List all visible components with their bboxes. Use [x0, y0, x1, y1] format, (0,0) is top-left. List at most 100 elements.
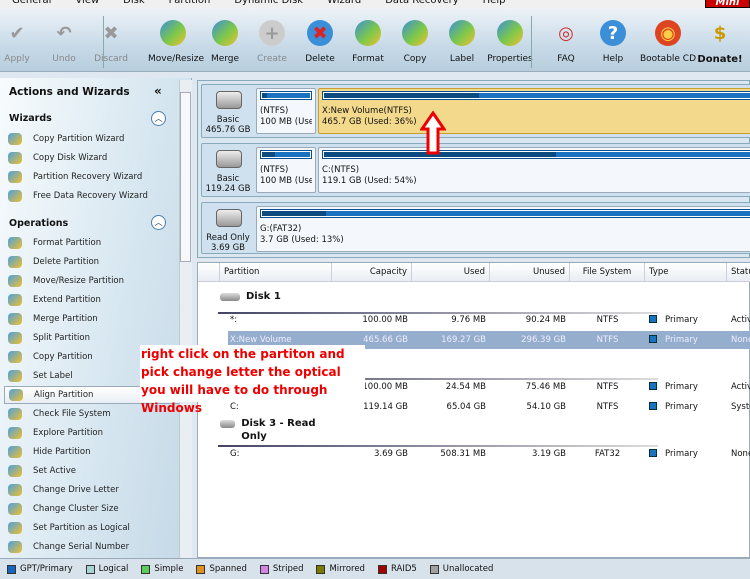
column-header-type[interactable]: Type: [645, 263, 727, 282]
format-button[interactable]: Format: [343, 20, 393, 64]
merge-button[interactable]: Merge: [200, 20, 250, 64]
sidebar-item-set-partition-as-logical[interactable]: Set Partition as Logical: [8, 519, 178, 537]
sidebar-item-delete-partition[interactable]: Delete Partition: [8, 253, 178, 271]
disk-row[interactable]: Basic465.76 GB(NTFS)100 MB (Used:X:New V…: [201, 84, 750, 138]
cell-p[interactable]: *:: [230, 314, 334, 326]
disk-3-header[interactable]: Disk 3 - Read Only: [220, 417, 320, 443]
partition-block[interactable]: (NTFS)100 MB (Used:: [256, 147, 316, 193]
sidebar-item-copy-partition-wizard[interactable]: Copy Partition Wizard: [8, 130, 178, 148]
cell-cap[interactable]: 119.14 GB: [336, 401, 408, 413]
collapse-operations-icon[interactable]: ︿: [151, 215, 166, 230]
cell-p[interactable]: C:: [230, 401, 334, 413]
cell-fs[interactable]: FAT32: [574, 448, 641, 460]
sidebar-item-partition-recovery-wizard[interactable]: Partition Recovery Wizard: [8, 168, 178, 186]
cell-p[interactable]: G:: [230, 448, 334, 460]
menu-wizard[interactable]: Wizard: [315, 0, 373, 8]
sidebar-item-free-data-recovery-wizard[interactable]: Free Data Recovery Wizard: [8, 187, 178, 205]
column-header-partition[interactable]: Partition: [220, 263, 332, 282]
label-button[interactable]: Label: [437, 20, 487, 64]
cell-text: None: [731, 335, 750, 345]
sidebar-item-merge-partition[interactable]: Merge Partition: [8, 310, 178, 328]
cell-used[interactable]: 9.76 MB: [416, 314, 486, 326]
undo-button[interactable]: ↶ Undo: [39, 20, 89, 65]
discard-button[interactable]: ✖ Discard: [86, 20, 136, 65]
partition-block[interactable]: C:(NTFS) 119.1 GB (Used: 54%): [318, 147, 750, 193]
cell-type[interactable]: Primary: [649, 401, 723, 413]
disk-row[interactable]: Basic119.24 GB(NTFS)100 MB (Used:C:(NTFS…: [201, 143, 750, 197]
menu-dynamic-disk[interactable]: Dynamic Disk: [222, 0, 315, 8]
cell-unused[interactable]: 296.39 GB: [494, 334, 566, 346]
menu-view[interactable]: View: [63, 0, 111, 8]
cell-type[interactable]: Primary: [649, 334, 723, 346]
create-button[interactable]: + Create: [247, 20, 297, 64]
cell-text: Active: [731, 315, 750, 325]
help-button[interactable]: ? Help: [584, 20, 642, 64]
cell-used[interactable]: 169.27 GB: [416, 334, 486, 346]
column-header-status[interactable]: Status: [727, 263, 750, 282]
cell-cap[interactable]: 3.69 GB: [336, 448, 408, 460]
cell-status[interactable]: Active: [731, 314, 750, 326]
sidebar-item-move-resize-partition[interactable]: Move/Resize Partition: [8, 272, 178, 290]
sidebar-item-copy-disk-wizard[interactable]: Copy Disk Wizard: [8, 149, 178, 167]
check-file-system-icon: [8, 408, 22, 420]
disk-row[interactable]: Read Only 3.69 GB G:(FAT32) 3.7 GB (Used: 1…: [201, 202, 750, 254]
column-header-capacity[interactable]: Capacity: [332, 263, 412, 282]
partition-block[interactable]: G:(FAT32) 3.7 GB (Used: 13%): [256, 206, 750, 252]
sidebar-item-set-active[interactable]: Set Active: [8, 462, 178, 480]
sidebar-item-change-drive-letter[interactable]: Change Drive Letter: [8, 481, 178, 499]
partition-block[interactable]: X:New Volume(NTFS) 465.7 GB (Used: 36%): [318, 88, 750, 134]
copy-button[interactable]: Copy: [390, 20, 440, 64]
cell-used[interactable]: 65.04 GB: [416, 401, 486, 413]
cell-text: G:: [230, 449, 240, 459]
menu-general[interactable]: General: [0, 0, 63, 8]
sidebar-item-label: Copy Partition Wizard: [33, 134, 125, 144]
cell-unused[interactable]: 75.46 MB: [494, 381, 566, 393]
cell-status[interactable]: None: [731, 448, 750, 460]
sidebar-item-change-serial-number[interactable]: Change Serial Number: [8, 538, 178, 556]
sidebar-item-change-cluster-size[interactable]: Change Cluster Size: [8, 500, 178, 518]
collapse-sidebar-icon[interactable]: «: [154, 84, 162, 98]
collapse-wizards-icon[interactable]: ︿: [151, 111, 166, 126]
sidebar-item-format-partition[interactable]: Format Partition: [8, 234, 178, 252]
disk-1-header[interactable]: Disk 1: [220, 290, 320, 303]
column-header-used[interactable]: Used: [412, 263, 490, 282]
menu-data-recovery[interactable]: Data Recovery: [373, 0, 470, 8]
cell-used[interactable]: 508.31 MB: [416, 448, 486, 460]
cell-unused[interactable]: 90.24 MB: [494, 314, 566, 326]
menu-partition[interactable]: Partition: [157, 0, 223, 8]
usage-bar: [260, 150, 312, 159]
apply-button[interactable]: ✔ Apply: [0, 20, 42, 65]
cell-status[interactable]: System: [731, 401, 750, 413]
bootable-cd-button[interactable]: ◉ Bootable CD: [639, 20, 697, 64]
cell-type[interactable]: Primary: [649, 448, 723, 460]
cell-fs[interactable]: NTFS: [574, 381, 641, 393]
sidebar-item-extend-partition[interactable]: Extend Partition: [8, 291, 178, 309]
cell-fs[interactable]: NTFS: [574, 314, 641, 326]
cell-status[interactable]: None: [731, 334, 750, 346]
cell-type[interactable]: Primary: [649, 314, 723, 326]
sidebar-item-hide-partition[interactable]: Hide Partition: [8, 443, 178, 461]
x-icon: ✖: [103, 22, 119, 44]
cell-cap[interactable]: 100.00 MB: [336, 314, 408, 326]
cell-type[interactable]: Primary: [649, 381, 723, 393]
cell-fs[interactable]: NTFS: [574, 334, 641, 346]
menu-disk[interactable]: Disk: [111, 0, 156, 8]
move-resize-button[interactable]: Move/Resize: [148, 20, 204, 64]
toolbar-label: Copy: [403, 54, 427, 64]
cell-fs[interactable]: NTFS: [574, 401, 641, 413]
copy-partition-icon: [8, 351, 22, 363]
delete-button[interactable]: ✖ Delete: [295, 20, 345, 64]
menu-help[interactable]: Help: [471, 0, 518, 8]
toolbar-separator: [103, 16, 104, 68]
column-header-unused[interactable]: Unused: [490, 263, 570, 282]
sidebar-scroll-thumb[interactable]: [180, 92, 191, 262]
cell-status[interactable]: Active: [731, 381, 750, 393]
cell-unused[interactable]: 54.10 GB: [494, 401, 566, 413]
cell-used[interactable]: 24.54 MB: [416, 381, 486, 393]
partition-block[interactable]: (NTFS)100 MB (Used:: [256, 88, 316, 134]
cell-unused[interactable]: 3.19 GB: [494, 448, 566, 460]
donate-button[interactable]: $ Donate!: [691, 20, 749, 66]
column-header-file-system[interactable]: File System: [570, 263, 645, 282]
properties-button[interactable]: Properties: [485, 20, 535, 64]
sidebar-item-explore-partition[interactable]: Explore Partition: [8, 424, 178, 442]
